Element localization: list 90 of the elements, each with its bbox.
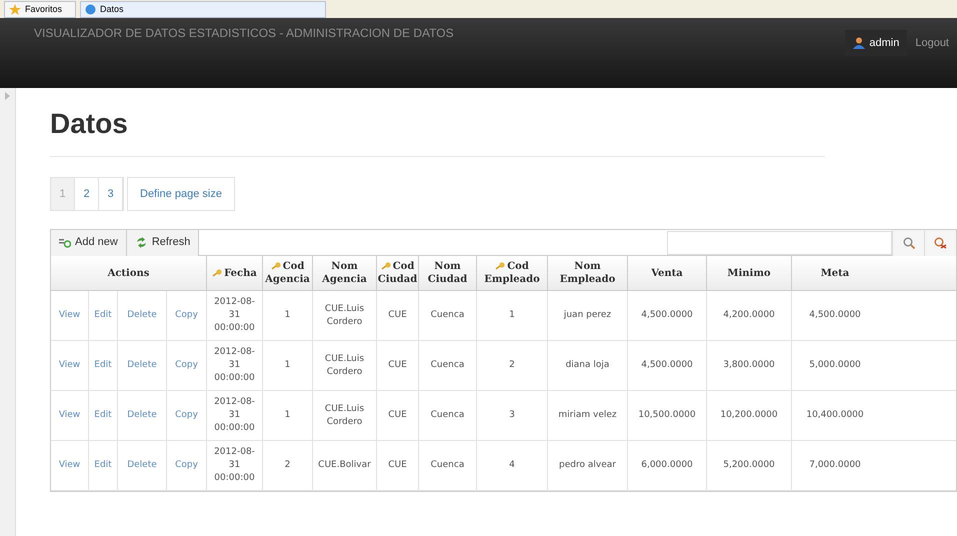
table-cell-text: 7,000.0000 (808, 459, 862, 472)
table-cell: CUE (377, 441, 419, 490)
action-link[interactable]: Edit (94, 358, 112, 372)
table-cell: 4,500.0000 (628, 291, 707, 340)
table-cell: 10,500.0000 (628, 391, 707, 440)
table-cell: 2012-08-31 00:00:00 (207, 341, 263, 390)
table-cell: 4 (477, 441, 548, 490)
action-link[interactable]: Delete (127, 408, 157, 422)
table-cell: CUE.Bolivar (313, 441, 377, 490)
clear-search-button[interactable] (924, 230, 956, 256)
table-cell: 1 (477, 291, 548, 340)
table-cell: 10,200.0000 (707, 391, 792, 440)
action-link[interactable]: View (58, 308, 80, 322)
table-cell: CUE.Luis Cordero (313, 341, 377, 390)
action-link[interactable]: Copy (175, 458, 198, 472)
action-link[interactable]: Copy (175, 408, 198, 422)
table-cell-text: 10,400.0000 (805, 409, 865, 422)
table-cell: pedro alvear (548, 441, 628, 490)
action-link[interactable]: Edit (94, 458, 112, 472)
search-field[interactable] (667, 230, 892, 254)
table-cell: 2 (263, 441, 313, 490)
table-cell: CUE.Luis Cordero (313, 291, 377, 340)
column-header[interactable]: Fecha (207, 256, 263, 290)
column-header[interactable]: Nom Empleado (548, 256, 628, 290)
action-link[interactable]: Edit (94, 408, 112, 422)
key-icon (495, 262, 506, 270)
table-cell: 2012-08-31 00:00:00 (207, 391, 263, 440)
action-link[interactable]: Copy (175, 308, 198, 322)
column-header[interactable]: Minimo (707, 256, 792, 290)
table-cell-text: 4,500.0000 (808, 309, 862, 322)
browser-tab[interactable]: Favoritos (4, 1, 76, 18)
action-link[interactable]: Delete (127, 358, 157, 372)
browser-tab[interactable]: Datos (80, 1, 326, 18)
action-link[interactable]: Delete (127, 308, 157, 322)
column-header[interactable]: Venta (628, 256, 707, 290)
key-icon (270, 262, 281, 270)
column-header[interactable]: Meta (792, 256, 878, 290)
table-cell: 6,000.0000 (628, 441, 707, 490)
column-header[interactable]: Cod Empleado (477, 256, 548, 290)
action-link[interactable]: View (58, 458, 80, 472)
expand-icon[interactable] (5, 92, 10, 100)
table-cell: CUE (377, 391, 419, 440)
table-cell-text: 5,000.0000 (808, 359, 862, 372)
star-icon (9, 4, 21, 15)
add-icon (59, 238, 71, 248)
table-cell: 5,200.0000 (707, 441, 792, 490)
user-menu[interactable]: admin (845, 30, 908, 56)
refresh-button[interactable]: Refresh (126, 230, 200, 256)
table-cell: Cuenca (419, 291, 477, 340)
column-header[interactable]: Nom Ciudad (419, 256, 477, 290)
table-cell: 1 (263, 391, 313, 440)
table-cell: 1 (263, 291, 313, 340)
action-link[interactable]: Copy (175, 358, 198, 372)
search-clear-icon (934, 236, 947, 248)
table-cell: Cuenca (419, 341, 477, 390)
table-cell: 2012-08-31 00:00:00 (207, 291, 263, 340)
action-link[interactable]: Edit (94, 308, 112, 322)
page-size-button[interactable]: Define page size (127, 177, 235, 211)
user-icon (853, 37, 866, 49)
table-cell: Cuenca (419, 391, 477, 440)
action-link[interactable]: View (58, 358, 80, 372)
search-button[interactable] (892, 230, 924, 256)
table-cell: 1 (263, 341, 313, 390)
table-cell: 4,500.0000 (628, 341, 707, 390)
table-cell: Cuenca (419, 441, 477, 490)
table-cell: juan perez (548, 291, 628, 340)
table-cell: 3,800.0000 (707, 341, 792, 390)
page-title: Datos (50, 107, 129, 141)
table-cell: diana loja (548, 341, 628, 390)
key-icon (380, 262, 391, 270)
table-cell: 2012-08-31 00:00:00 (207, 441, 263, 490)
table-cell: 2 (477, 341, 548, 390)
table-cell: CUE (377, 341, 419, 390)
refresh-icon (134, 237, 148, 248)
column-header[interactable]: Cod Agencia (263, 256, 313, 290)
table-cell: CUE.Luis Cordero (313, 391, 377, 440)
table-cell: miriam velez (548, 391, 628, 440)
action-link[interactable]: View (58, 408, 80, 422)
column-header: Actions (51, 256, 207, 290)
key-icon (212, 268, 222, 277)
search-icon (902, 236, 914, 248)
app-title: VISUALIZADOR DE DATOS ESTADISTICOS - ADMINISTRACION DE DATOS (34, 25, 454, 42)
action-link[interactable]: Delete (127, 458, 157, 472)
column-header[interactable]: Nom Agencia (313, 256, 377, 290)
logout-link[interactable]: Logout (907, 34, 957, 52)
table-cell: CUE (377, 291, 419, 340)
column-header[interactable]: Cod Ciudad (377, 256, 419, 290)
table-cell: 4,200.0000 (707, 291, 792, 340)
table-cell: 3 (477, 391, 548, 440)
add-new-button[interactable]: Add new (51, 230, 127, 256)
